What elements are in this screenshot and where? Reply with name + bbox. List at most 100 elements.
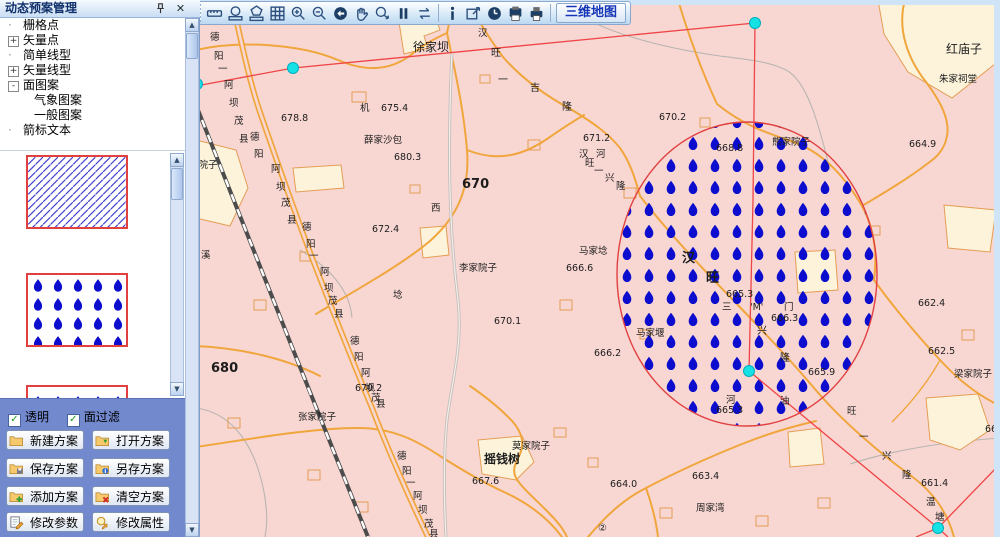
tree-item-weather-pattern[interactable]: 气象图案 xyxy=(0,93,185,108)
map-label: 朱家祠堂 xyxy=(939,73,977,85)
pan-hand-icon[interactable] xyxy=(351,3,372,23)
zoom-select-icon[interactable] xyxy=(372,3,393,23)
map-label: 旺 xyxy=(491,48,501,59)
scroll-up-icon[interactable]: ▲ xyxy=(185,18,199,32)
face-filter-checkbox[interactable]: ✓ xyxy=(67,414,80,427)
map-label: 茂 xyxy=(328,295,338,307)
save-as-plan-button[interactable]: 另存方案 xyxy=(92,458,170,478)
add-plan-button[interactable]: 添加方案 xyxy=(6,486,84,506)
map-label: 温 xyxy=(926,497,936,508)
pattern-swatch-raindrop[interactable] xyxy=(26,273,128,347)
map-label: 油 xyxy=(780,395,790,407)
map-label: 阳 xyxy=(354,352,364,363)
map-label: 662.5 xyxy=(928,346,955,357)
pattern-swatch-hatch[interactable] xyxy=(26,155,128,229)
close-icon[interactable]: ✕ xyxy=(173,1,188,16)
save-plan-button[interactable]: 保存方案 xyxy=(6,458,84,478)
map-label: 熊家院子 xyxy=(772,136,811,148)
clear-plan-button[interactable]: 清空方案 xyxy=(92,486,170,506)
zoom-out-icon[interactable] xyxy=(309,3,330,23)
map-label: 县 xyxy=(429,529,439,537)
map-label: 河 xyxy=(596,148,606,160)
map-label: 阳 xyxy=(254,149,264,160)
export-icon[interactable] xyxy=(463,3,484,23)
tree-item-grid-point[interactable]: ·栅格点 xyxy=(0,18,185,33)
map-label: 阳 xyxy=(306,239,316,250)
map-label: 张家院子 xyxy=(298,411,337,423)
map-label: 670 xyxy=(462,177,489,192)
map-label: 664.9 xyxy=(909,139,936,150)
scroll-thumb[interactable] xyxy=(171,168,183,200)
pattern-swatch-partial[interactable] xyxy=(26,385,128,399)
map-vertex-node[interactable] xyxy=(744,366,755,377)
map-label: 德 xyxy=(302,221,312,233)
plan-area-circle[interactable] xyxy=(617,122,877,426)
identify-info-icon[interactable] xyxy=(442,3,463,23)
print-preview-icon[interactable] xyxy=(505,3,526,23)
modify-props-button[interactable]: 修改属性 xyxy=(92,512,170,532)
expander-icon[interactable]: + xyxy=(8,36,19,47)
map-label: 隆 xyxy=(902,469,912,481)
map-label: 三 xyxy=(722,302,732,313)
layer-tree: ·栅格点 +矢量点 ·简单线型 +矢量线型 -面图案 气象图案 一般图案 ·箭标… xyxy=(0,18,185,150)
map-label: 一 xyxy=(309,251,319,262)
pattern-swatch-list: ▲ ▼ xyxy=(0,150,185,398)
tree-item-area-pattern[interactable]: -面图案 xyxy=(0,78,185,93)
previous-view-icon[interactable] xyxy=(330,3,351,23)
open-plan-button[interactable]: 打开方案 xyxy=(92,430,170,450)
plan-management-panel: 动态预案管理 ✕ ·栅格点 +矢量点 ·简单线型 +矢量线型 -面图案 气象图案… xyxy=(0,0,200,537)
measure-distance-icon[interactable] xyxy=(204,3,225,23)
map-label: 一 xyxy=(218,64,228,75)
expander-icon[interactable]: + xyxy=(8,66,19,77)
map-label: 阳 xyxy=(402,466,412,477)
pushpin-icon[interactable] xyxy=(154,2,168,16)
scroll-down-icon[interactable]: ▼ xyxy=(185,523,199,537)
measure-polygon-icon[interactable] xyxy=(246,3,267,23)
map-label: 隆 xyxy=(562,100,572,113)
map-label: 塘 xyxy=(935,511,945,523)
map-right-border xyxy=(994,0,1000,537)
map-label: 阿 xyxy=(413,491,423,502)
pause-icon[interactable] xyxy=(393,3,414,23)
map-label: 666.3 xyxy=(771,313,798,324)
map-label: 旺 xyxy=(847,406,857,417)
toolbar-separator xyxy=(438,4,439,22)
map-vertex-node[interactable] xyxy=(288,63,299,74)
map-label: 县 xyxy=(287,215,297,226)
map-label: 县 xyxy=(376,399,386,410)
tree-item-simple-line[interactable]: ·简单线型 xyxy=(0,48,185,63)
map-3d-button[interactable]: 三维地图 xyxy=(556,3,626,23)
modify-params-button[interactable]: 修改参数 xyxy=(6,512,84,532)
map-label: 668.8 xyxy=(716,143,743,154)
zoom-in-icon[interactable] xyxy=(288,3,309,23)
swap-refresh-icon[interactable] xyxy=(414,3,435,23)
panel-scrollbar[interactable] xyxy=(185,18,199,537)
map-label: 西 xyxy=(431,203,441,214)
map-vertex-node[interactable] xyxy=(933,523,944,534)
new-plan-button[interactable]: 新建方案 xyxy=(6,430,84,450)
history-clock-icon[interactable] xyxy=(484,3,505,23)
tree-item-arrow-text[interactable]: ·箭标文本 xyxy=(0,123,185,138)
map-label: 680 xyxy=(211,361,238,376)
transparent-checkbox[interactable]: ✓ xyxy=(8,414,21,427)
map-label: 'M' xyxy=(750,302,763,313)
map-label: 莫家院子 xyxy=(512,440,551,452)
map-label: 665.3 xyxy=(716,405,743,416)
application-window: 德阳一阿坝茂县德阳阿坝茂县德阳一阿坝茂县德阳阿坝茂县德阳一阿坝茂县旺一吉隆汉徐家… xyxy=(0,0,1000,537)
map-label: 662.4 xyxy=(918,298,945,309)
measure-circle-icon[interactable] xyxy=(225,3,246,23)
scroll-thumb[interactable] xyxy=(186,33,198,59)
map-label: 县 xyxy=(239,134,249,145)
grid-icon[interactable] xyxy=(267,3,288,23)
map-vertex-node[interactable] xyxy=(750,18,761,29)
tree-item-general-pattern[interactable]: 一般图案 xyxy=(0,108,185,123)
tree-item-vector-point[interactable]: +矢量点 xyxy=(0,33,185,48)
map-label: 670.1 xyxy=(494,316,521,327)
scroll-up-icon[interactable]: ▲ xyxy=(170,153,184,167)
expander-icon[interactable]: - xyxy=(8,81,19,92)
toolbar-separator xyxy=(550,4,551,22)
print-icon[interactable] xyxy=(526,3,547,23)
scroll-down-icon[interactable]: ▼ xyxy=(170,382,184,396)
tree-item-vector-line[interactable]: +矢量线型 xyxy=(0,63,185,78)
map-label: 机 xyxy=(360,102,370,114)
